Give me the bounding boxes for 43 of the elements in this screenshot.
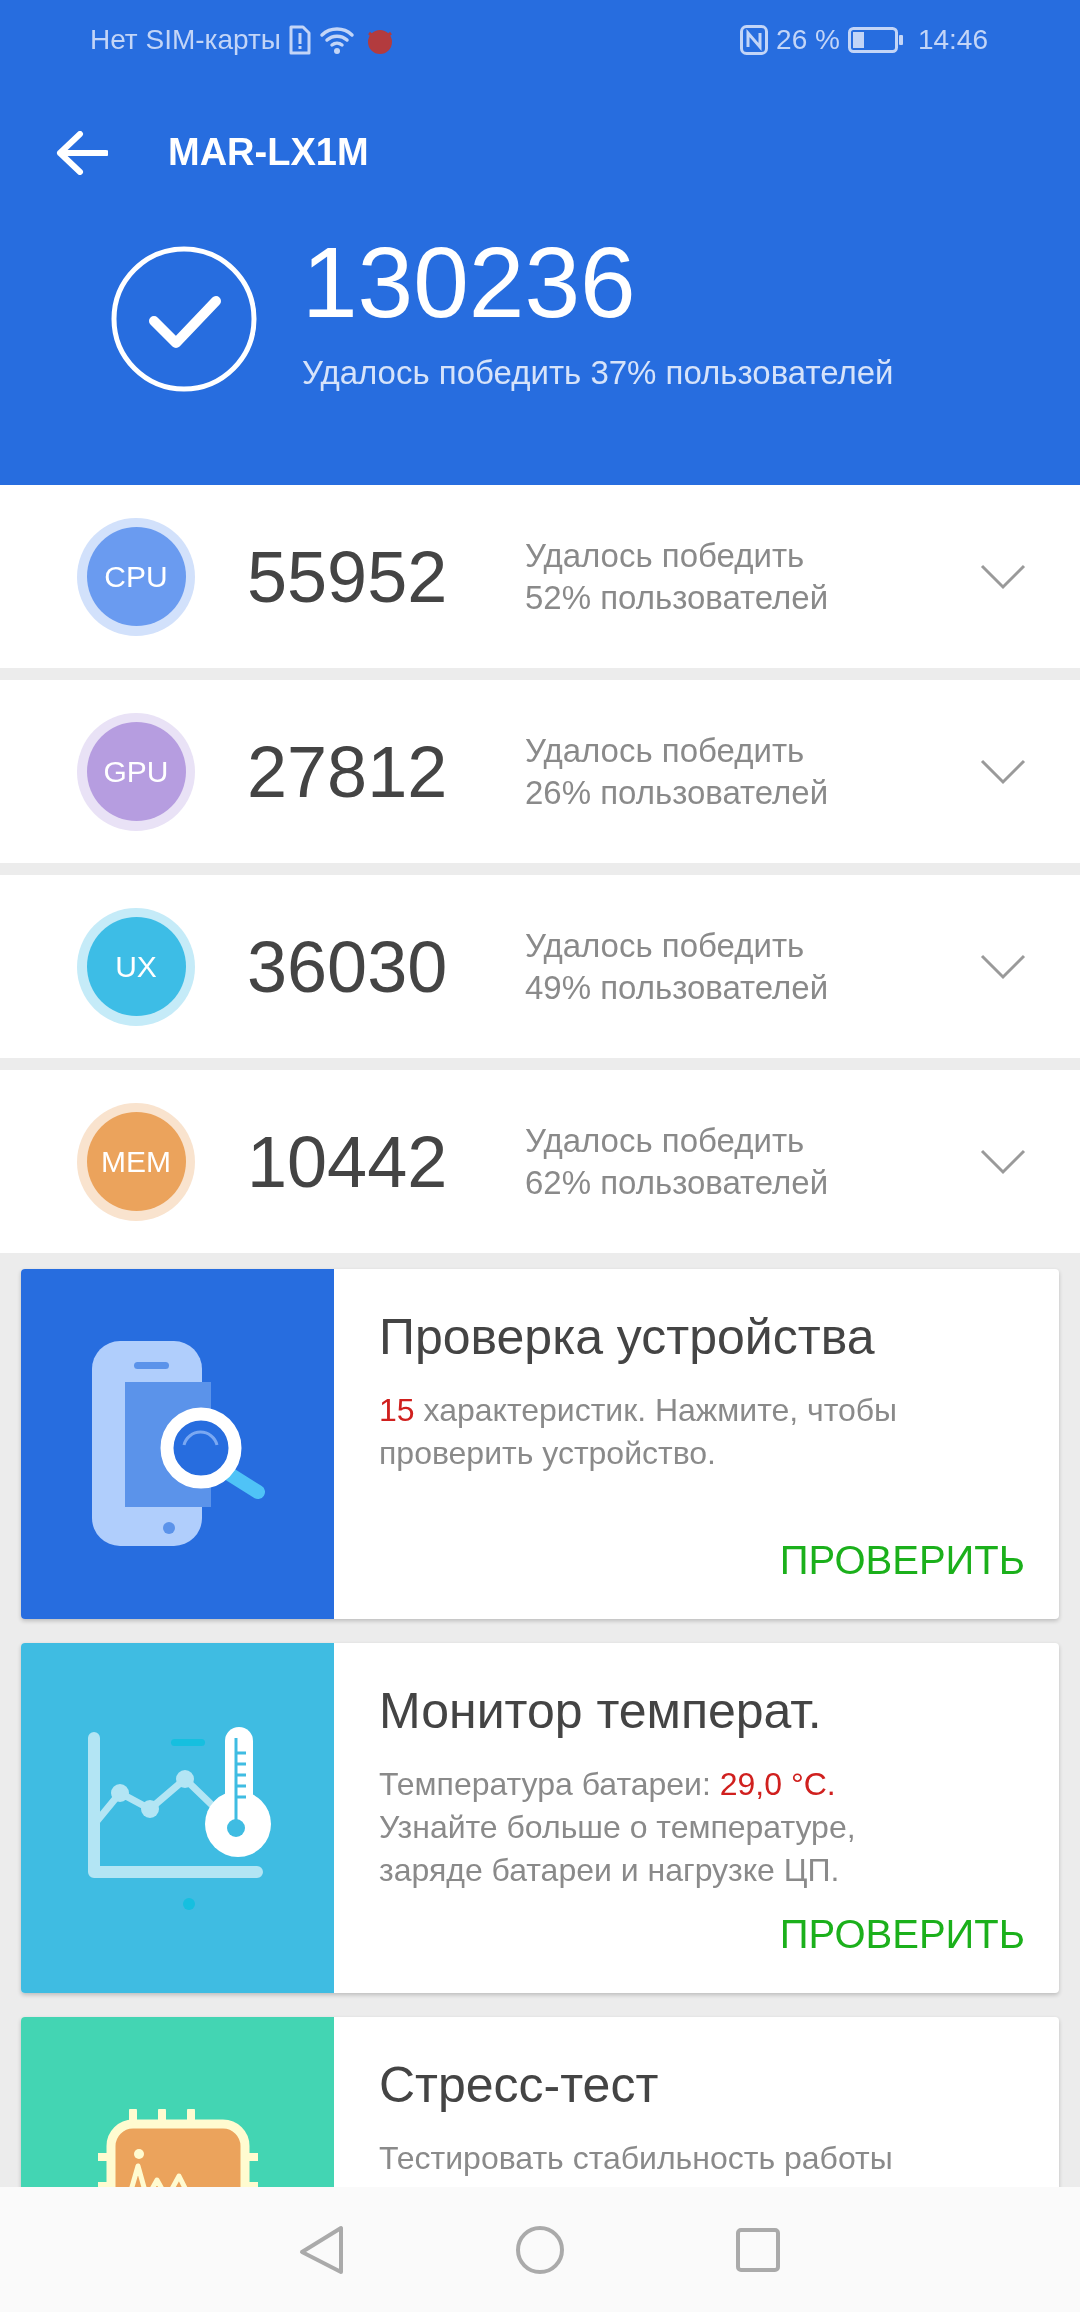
- card-description: 15 характеристик. Нажмите, чтобы проверить устройство.: [379, 1391, 899, 1473]
- nfc-icon: [740, 25, 769, 55]
- card-description: Тестировать стабильность работы: [379, 2139, 894, 2178]
- rank-text: Удалось победить: [525, 730, 806, 771]
- rank-text: 26% пользователей: [525, 772, 830, 813]
- rank-text: Удалось победить: [525, 535, 806, 576]
- category-score: 36030: [246, 925, 449, 1008]
- rank-text: Удалось победить: [525, 925, 806, 966]
- card-title: Проверка устройства: [379, 1308, 876, 1367]
- sim-alert-icon: [288, 25, 311, 55]
- chevron-icon[interactable]: [980, 758, 1026, 785]
- wifi-icon: [318, 25, 357, 55]
- card-title: Стресс-тест: [379, 2056, 660, 2115]
- battery-percent: 26 %: [776, 24, 840, 56]
- battery-icon: [847, 27, 904, 53]
- check-button[interactable]: ПРОВЕРИТЬ: [775, 1536, 1029, 1584]
- chevron-icon[interactable]: [980, 563, 1026, 590]
- home-icon[interactable]: [515, 2224, 565, 2275]
- category-badge: MEM: [86, 1112, 186, 1211]
- category-score: 10442: [246, 1120, 449, 1203]
- rank-text: 52% пользователей: [525, 577, 830, 618]
- back-icon[interactable]: [299, 2224, 345, 2275]
- category-score: 27812: [246, 730, 449, 813]
- category-badge: UX: [86, 917, 186, 1016]
- category-score: 55952: [246, 535, 449, 618]
- chevron-icon[interactable]: [980, 953, 1026, 980]
- category-badge: GPU: [86, 722, 186, 821]
- rank-text: 62% пользователей: [525, 1162, 830, 1203]
- category-badge: CPU: [86, 527, 186, 626]
- carrier-text: Нет SIM-карты: [90, 24, 281, 56]
- checkmark-circle-icon: [110, 245, 258, 393]
- check-button[interactable]: ПРОВЕРИТЬ: [775, 1910, 1029, 1958]
- total-score: 130236: [302, 232, 637, 332]
- card-title: Монитор температ.: [379, 1682, 823, 1741]
- rank-text: 49% пользователей: [525, 967, 830, 1008]
- rank-text: Удалось победить: [525, 1120, 806, 1161]
- device-title: MAR-LX1M: [168, 131, 369, 174]
- chevron-icon[interactable]: [980, 1148, 1026, 1175]
- clock-time: 14:46: [917, 24, 988, 56]
- back-arrow-icon[interactable]: [56, 130, 108, 175]
- recent-apps-icon[interactable]: [735, 2226, 781, 2273]
- card-description: Температура батареи: 29,0 °C. Узнайте больше о температуре, заряде батареи и нагрузке ЦП.: [379, 1765, 857, 1890]
- total-score-caption: Удалось победить 37% пользователей: [302, 354, 894, 392]
